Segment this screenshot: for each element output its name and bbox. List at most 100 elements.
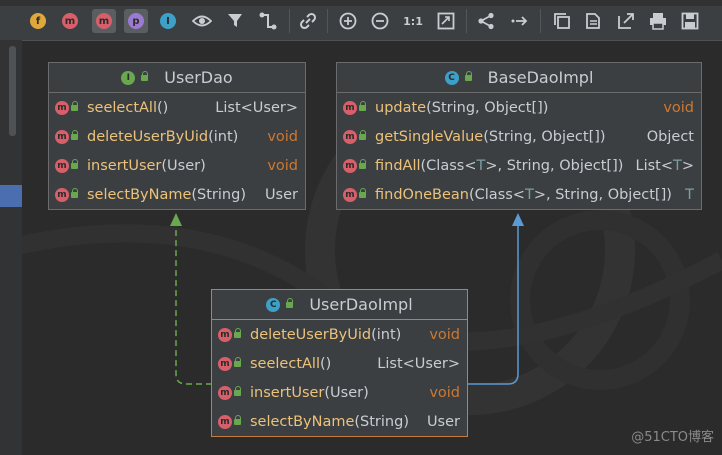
public-lock-icon bbox=[234, 356, 241, 368]
public-lock-icon bbox=[71, 187, 78, 199]
method-row[interactable]: m insertUser (User) void bbox=[49, 151, 305, 180]
class-header: C BaseDaoImpl bbox=[337, 63, 701, 93]
public-lock-icon bbox=[71, 129, 78, 141]
method-icon: m bbox=[218, 414, 232, 429]
method-params: (Class< bbox=[420, 157, 477, 174]
method-params: (User) bbox=[161, 157, 206, 174]
public-lock-icon bbox=[464, 70, 472, 82]
method-row[interactable]: m deleteUserByUid (int) void bbox=[49, 122, 305, 151]
export-file-button[interactable] bbox=[584, 11, 604, 31]
watermark: @51CTO博客 bbox=[631, 430, 714, 445]
method-name: selectByName bbox=[250, 413, 355, 430]
fit-content-icon bbox=[437, 12, 455, 30]
edge-icon bbox=[259, 12, 277, 30]
export-icon bbox=[586, 13, 600, 29]
visibility-button[interactable] bbox=[192, 11, 212, 31]
method-row[interactable]: m findAll (Class< T >, String, Object[])… bbox=[337, 151, 701, 180]
return-type: User bbox=[426, 413, 460, 430]
type-parameter: T bbox=[476, 157, 486, 174]
fields-filter-button[interactable]: f bbox=[28, 11, 48, 31]
method-row[interactable]: m insertUser (User) void bbox=[212, 378, 467, 407]
actual-size-icon: 1:1 bbox=[403, 14, 423, 28]
method-icon: m bbox=[218, 356, 232, 371]
filter-button[interactable] bbox=[226, 11, 246, 31]
class-icon: C bbox=[266, 297, 281, 312]
diagram-toolbar: f m m p I 1:1 bbox=[0, 0, 722, 41]
link-button[interactable] bbox=[298, 11, 318, 31]
public-lock-icon bbox=[71, 100, 78, 112]
public-lock-icon bbox=[286, 297, 294, 309]
methods-filter-button[interactable]: m bbox=[60, 11, 80, 31]
method-params: (String) bbox=[354, 413, 409, 430]
copy-icon bbox=[554, 13, 570, 29]
zoom-out-icon bbox=[371, 12, 389, 30]
zoom-in-button[interactable] bbox=[338, 11, 358, 31]
fit-content-button[interactable] bbox=[436, 11, 456, 31]
toolbar-separator bbox=[466, 9, 467, 33]
method-row[interactable]: m selectByName (String) User bbox=[49, 180, 305, 209]
print-button[interactable] bbox=[648, 11, 668, 31]
class-box-userdaoimpl[interactable]: C UserDaoImpl m deleteUserByUid (int) vo… bbox=[211, 289, 468, 437]
method-star-icon: m bbox=[62, 13, 78, 29]
actual-size-button[interactable]: 1:1 bbox=[403, 11, 423, 31]
method-row[interactable]: m update (String, Object[]) void bbox=[337, 93, 701, 122]
method-name: findOneBean bbox=[375, 186, 469, 203]
open-icon bbox=[618, 13, 634, 29]
editor-tab-strip bbox=[0, 0, 722, 6]
edge-mode-button[interactable] bbox=[258, 11, 278, 31]
save-icon bbox=[681, 12, 699, 30]
funnel-icon bbox=[228, 14, 242, 27]
interface-icon: I bbox=[121, 70, 136, 85]
route-icon bbox=[511, 16, 528, 26]
vertical-scrollbar[interactable] bbox=[9, 46, 16, 136]
method-row[interactable]: m getSingleValue (String, Object[]) Obje… bbox=[337, 122, 701, 151]
class-icon: C bbox=[444, 70, 459, 85]
public-lock-icon bbox=[359, 129, 366, 141]
return-type: void bbox=[429, 384, 460, 401]
method-name: update bbox=[375, 99, 427, 116]
open-in-new-button[interactable] bbox=[616, 11, 636, 31]
method-name: deleteUserByUid bbox=[250, 326, 372, 343]
inner-classes-button[interactable]: I bbox=[158, 11, 178, 31]
left-gutter bbox=[0, 40, 22, 455]
return-type: void bbox=[663, 99, 694, 116]
method-row[interactable]: m seelectAll () List<User> bbox=[212, 349, 467, 378]
class-box-basedaoimpl[interactable]: C BaseDaoImpl m update (String, Object[]… bbox=[336, 62, 702, 210]
class-title: UserDao bbox=[164, 68, 233, 87]
layout-button[interactable] bbox=[476, 11, 496, 31]
method-name: seelectAll bbox=[87, 99, 157, 116]
return-type: List<User> bbox=[377, 355, 460, 372]
method-icon: m bbox=[55, 129, 69, 144]
method-icon: m bbox=[55, 158, 69, 173]
class-title: BaseDaoImpl bbox=[487, 68, 594, 87]
method-icon: m bbox=[55, 187, 69, 202]
zoom-in-icon bbox=[339, 12, 357, 30]
public-lock-icon bbox=[359, 158, 366, 170]
copy-diagram-button[interactable] bbox=[552, 11, 572, 31]
method-row[interactable]: m findOneBean (Class< T >, String, Objec… bbox=[337, 180, 701, 209]
inner-class-icon: I bbox=[160, 13, 176, 29]
type-parameter: T bbox=[524, 186, 534, 203]
method-icon: m bbox=[218, 385, 232, 400]
method-name: findAll bbox=[375, 157, 421, 174]
methods-visible-button[interactable]: m bbox=[92, 9, 116, 33]
properties-filter-button[interactable]: p bbox=[124, 9, 148, 33]
return-type: Object bbox=[646, 128, 694, 145]
zoom-out-button[interactable] bbox=[370, 11, 390, 31]
method-row[interactable]: m selectByName (String) User bbox=[212, 407, 467, 436]
method-icon: m bbox=[343, 129, 357, 144]
method-row[interactable]: m deleteUserByUid (int) void bbox=[212, 320, 467, 349]
method-name: seelectAll bbox=[250, 355, 320, 372]
method-params: (String, Object[]) bbox=[426, 99, 549, 116]
method-params: (User) bbox=[324, 384, 369, 401]
print-icon bbox=[650, 13, 666, 30]
property-icon: p bbox=[128, 13, 144, 29]
class-box-userdao[interactable]: I UserDao m seelectAll () List<User> m d… bbox=[48, 62, 306, 210]
method-params: () bbox=[156, 99, 169, 116]
public-lock-icon bbox=[234, 414, 241, 426]
save-button[interactable] bbox=[680, 11, 700, 31]
method-row[interactable]: m seelectAll () List<User> bbox=[49, 93, 305, 122]
return-type: void bbox=[267, 128, 298, 145]
return-type: List< bbox=[635, 157, 673, 174]
route-edges-button[interactable] bbox=[510, 11, 530, 31]
